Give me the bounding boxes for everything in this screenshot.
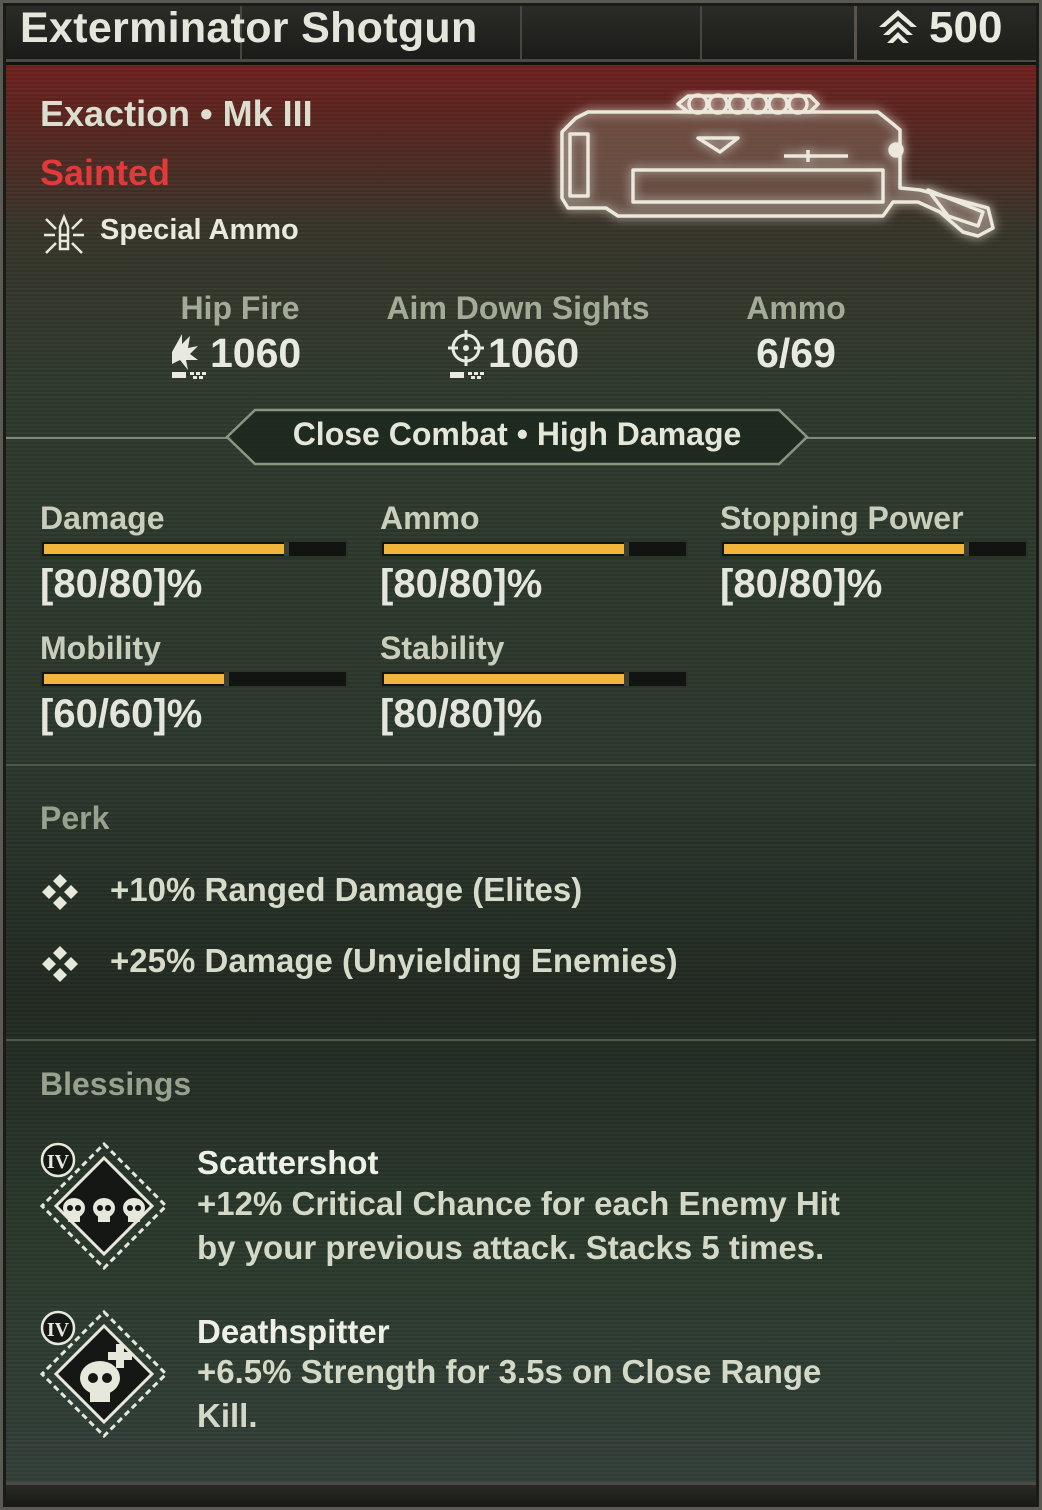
stat-name: Stopping Power <box>720 500 964 536</box>
stat-bar <box>40 540 348 558</box>
hip-fire-label: Hip Fire <box>180 290 300 326</box>
stat-bar-notch <box>624 672 629 686</box>
stat-bar <box>720 540 1028 558</box>
stat-value: [80/80]% <box>720 562 883 606</box>
divider <box>802 437 1042 439</box>
stat-bar <box>380 670 688 688</box>
divider <box>0 437 232 439</box>
stat-stability: Stability [80/80]% <box>380 630 688 742</box>
weapon-title: Exterminator Shotgun <box>20 4 478 52</box>
perk-item: +10% Ranged Damage (Elites) <box>110 871 583 908</box>
three-skulls-icon: IV <box>39 1141 169 1271</box>
stat-value: [80/80]% <box>40 562 203 606</box>
ads-value: 1060 <box>488 330 580 376</box>
stat-bar-fill <box>724 544 964 554</box>
skull-plus-icon: IV <box>39 1309 169 1439</box>
stat-bar-notch <box>224 672 229 686</box>
blessing-name: Scattershot <box>197 1144 379 1181</box>
diamond-cluster-icon <box>42 946 78 982</box>
stat-bar-fill <box>44 544 284 554</box>
stat-name: Stability <box>380 630 505 666</box>
crosshair-icon <box>448 330 484 379</box>
stat-bar-notch <box>964 542 969 556</box>
ammo-value: 6/69 <box>756 330 836 376</box>
special-ammo-label: Special Ammo <box>100 214 299 246</box>
blessing-name: Deathspitter <box>197 1313 390 1350</box>
stat-value: [80/80]% <box>380 692 543 736</box>
header-bar: Exterminator Shotgun 500 <box>0 0 1042 62</box>
stat-name: Damage <box>40 500 165 536</box>
stat-bar-fill <box>44 674 224 684</box>
section-divider <box>0 764 1042 766</box>
diamond-cluster-icon <box>42 874 78 910</box>
stat-bar-notch <box>284 542 289 556</box>
stat-bar-fill <box>384 674 624 684</box>
blessing-description: +12% Critical Chance for each Enemy Hit … <box>197 1185 840 1266</box>
rarity-label: Sainted <box>40 152 171 193</box>
rating-value: 500 <box>929 3 1003 52</box>
tag-text: Close Combat • High Damage <box>292 416 742 452</box>
stat-name: Ammo <box>380 500 480 536</box>
perk-section-title: Perk <box>40 800 110 836</box>
stat-bar <box>380 540 688 558</box>
hip-fire-icon <box>172 334 206 379</box>
item-rating: 500 <box>854 0 1042 60</box>
stat-name: Mobility <box>40 630 161 666</box>
chevron-rank-icon <box>879 10 917 43</box>
special-ammo-icon <box>44 213 84 254</box>
stat-stopping-power: Stopping Power [80/80]% <box>720 500 1028 612</box>
tier-badge: IV <box>47 1319 70 1341</box>
stat-bar <box>40 670 348 688</box>
shotgun-image <box>560 93 995 238</box>
weapon-card: Exterminator Shotgun 500 Exaction • Mk I… <box>0 0 1042 1510</box>
stat-mobility: Mobility [60/60]% <box>40 630 348 742</box>
hip-fire-value: 1060 <box>210 330 302 376</box>
stat-ammo: Ammo [80/80]% <box>380 500 688 612</box>
stat-bar-fill <box>384 544 624 554</box>
section-divider <box>0 1039 1042 1041</box>
stat-value: [80/80]% <box>380 562 543 606</box>
stat-bar-notch <box>624 542 629 556</box>
ads-label: Aim Down Sights <box>386 290 650 326</box>
ammo-label: Ammo <box>746 290 846 326</box>
blessings-section-title: Blessings <box>40 1066 192 1102</box>
tier-badge: IV <box>47 1151 70 1173</box>
stat-value: [60/60]% <box>40 692 203 736</box>
perk-item: +25% Damage (Unyielding Enemies) <box>110 942 678 979</box>
blessing-description: +6.5% Strength for 3.5s on Close Range K… <box>197 1353 822 1434</box>
bottom-frame <box>0 1482 1042 1510</box>
stat-damage: Damage [80/80]% <box>40 500 348 612</box>
weapon-subtitle: Exaction • Mk III <box>40 93 313 134</box>
